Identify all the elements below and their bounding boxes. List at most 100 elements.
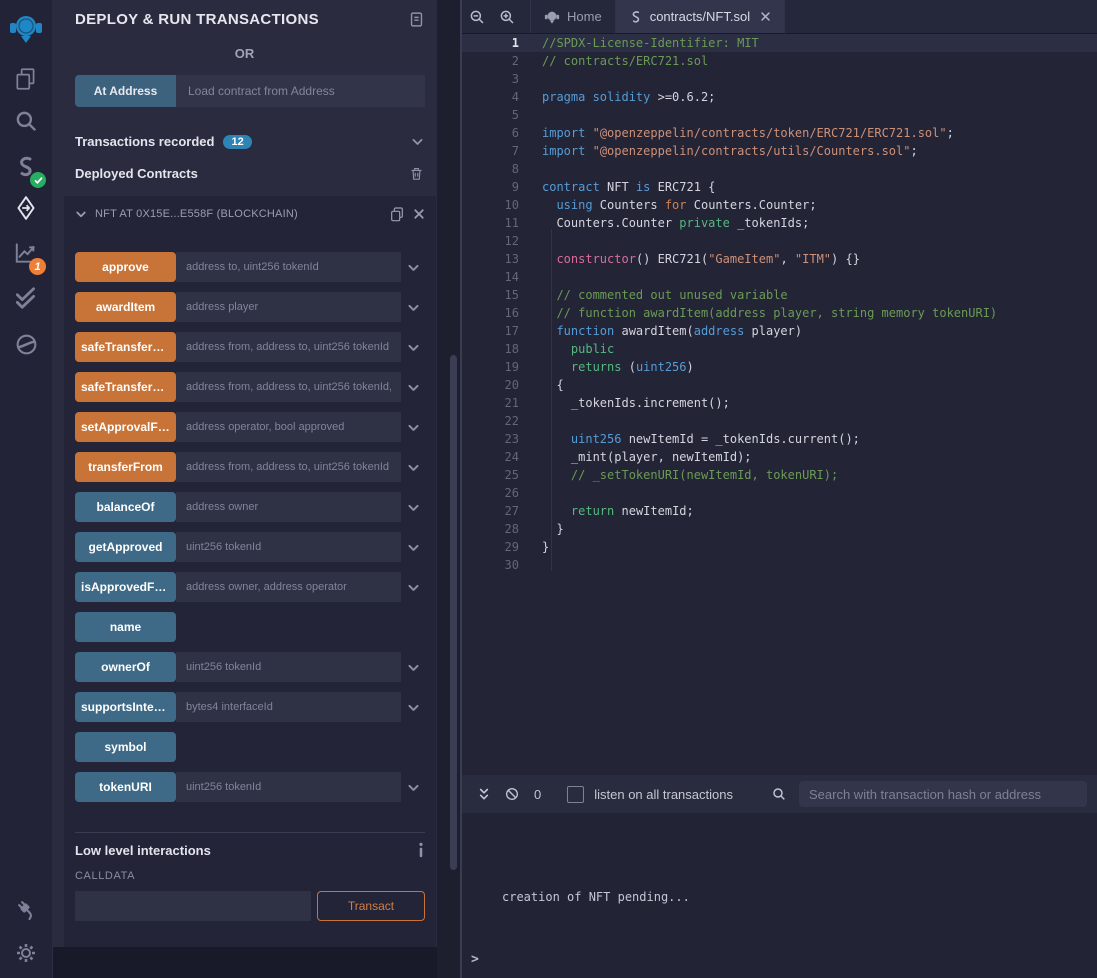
- remix-home-icon: [544, 9, 560, 25]
- search-icon[interactable]: [0, 102, 52, 140]
- close-tab-icon[interactable]: [760, 11, 771, 22]
- function-button[interactable]: ownerOf: [75, 652, 176, 682]
- function-button[interactable]: getApproved: [75, 532, 176, 562]
- function-button[interactable]: supportsInterf...: [75, 692, 176, 722]
- function-args-input[interactable]: [176, 652, 401, 682]
- code-line-20: 20 {: [462, 376, 1097, 394]
- function-args-input[interactable]: [176, 252, 401, 282]
- function-button[interactable]: tokenURI: [75, 772, 176, 802]
- analytics-badge: 1: [29, 258, 46, 275]
- file-explorer-icon[interactable]: [0, 60, 52, 98]
- function-button[interactable]: isApprovedFor...: [75, 572, 176, 602]
- chevron-down-icon[interactable]: [401, 701, 425, 714]
- line-number: 4: [462, 88, 542, 106]
- function-button[interactable]: safeTransferFr...: [75, 372, 176, 402]
- deploy-run-icon[interactable]: [0, 189, 52, 227]
- function-args-input[interactable]: [176, 772, 401, 802]
- function-args-input[interactable]: [176, 492, 401, 522]
- function-button[interactable]: transferFrom: [75, 452, 176, 482]
- terminal-output[interactable]: creation of NFT pending... >: [462, 813, 1097, 978]
- deployed-contracts-row: Deployed Contracts: [75, 166, 424, 181]
- documentation-book-icon[interactable]: [408, 11, 425, 28]
- code-editor[interactable]: 1//SPDX-License-Identifier: MIT2// contr…: [462, 34, 1097, 776]
- solidity-compiler-icon[interactable]: [0, 147, 52, 185]
- clear-console-icon[interactable]: [500, 786, 524, 802]
- tab-home-label: Home: [567, 9, 602, 24]
- code-line-22: 22: [462, 412, 1097, 430]
- function-row-safeTransferFr: safeTransferFr...: [75, 372, 425, 402]
- transact-button[interactable]: Transact: [317, 891, 425, 921]
- terminal-prompt[interactable]: >: [471, 952, 479, 967]
- close-icon[interactable]: [413, 208, 425, 220]
- unit-testing-icon[interactable]: [0, 279, 52, 317]
- trash-icon[interactable]: [409, 166, 424, 181]
- function-args-input[interactable]: [176, 292, 401, 322]
- function-row-balanceOf: balanceOf: [75, 492, 425, 522]
- terminal-search-input[interactable]: [799, 781, 1087, 807]
- line-number: 25: [462, 466, 542, 484]
- panel-resize-gutter[interactable]: [437, 0, 460, 978]
- expand-terminal-icon[interactable]: [472, 787, 496, 802]
- chevron-down-icon[interactable]: [401, 461, 425, 474]
- function-args-input[interactable]: [176, 412, 401, 442]
- function-args-input[interactable]: [176, 372, 401, 402]
- function-button[interactable]: awardItem: [75, 292, 176, 322]
- function-button[interactable]: name: [75, 612, 176, 642]
- function-args-input[interactable]: [176, 692, 401, 722]
- or-separator-label: OR: [52, 46, 437, 61]
- zoom-out-icon[interactable]: [462, 0, 492, 33]
- chevron-down-icon[interactable]: [401, 581, 425, 594]
- chevron-down-icon[interactable]: [401, 421, 425, 434]
- function-button[interactable]: setApprovalFo...: [75, 412, 176, 442]
- debugger-icon[interactable]: [0, 325, 52, 363]
- at-address-button[interactable]: At Address: [75, 75, 176, 107]
- chevron-down-icon[interactable]: [401, 501, 425, 514]
- function-args-input[interactable]: [176, 452, 401, 482]
- chevron-down-icon[interactable]: [401, 381, 425, 394]
- line-number: 8: [462, 160, 542, 178]
- code-line-2: 2// contracts/ERC721.sol: [462, 52, 1097, 70]
- tab-nft-sol[interactable]: contracts/NFT.sol: [616, 0, 785, 33]
- function-row-isApprovedFor: isApprovedFor...: [75, 572, 425, 602]
- line-number: 20: [462, 376, 542, 394]
- code-line-18: 18 public: [462, 340, 1097, 358]
- solidity-file-icon: [629, 10, 643, 24]
- listen-all-transactions-checkbox[interactable]: [567, 786, 584, 803]
- chevron-down-icon[interactable]: [401, 541, 425, 554]
- code-line-7: 7import "@openzeppelin/contracts/utils/C…: [462, 142, 1097, 160]
- remix-logo-icon: [0, 8, 52, 48]
- scrollbar-thumb[interactable]: [450, 355, 457, 870]
- zoom-in-icon[interactable]: [492, 0, 522, 33]
- at-address-input[interactable]: [176, 75, 425, 107]
- function-button[interactable]: symbol: [75, 732, 176, 762]
- compile-success-badge-icon: [30, 172, 46, 188]
- code-line-30: 30: [462, 556, 1097, 574]
- function-button[interactable]: balanceOf: [75, 492, 176, 522]
- panel-title: DEPLOY & RUN TRANSACTIONS: [75, 11, 408, 28]
- function-args-input[interactable]: [176, 532, 401, 562]
- info-icon[interactable]: [417, 842, 425, 858]
- code-line-14: 14: [462, 268, 1097, 286]
- chevron-down-icon[interactable]: [401, 301, 425, 314]
- calldata-input[interactable]: [75, 891, 311, 921]
- function-args-input[interactable]: [176, 332, 401, 362]
- chevron-down-icon[interactable]: [75, 208, 87, 220]
- tab-file-label: contracts/NFT.sol: [650, 9, 750, 24]
- plugin-manager-icon[interactable]: [0, 890, 52, 928]
- tab-home[interactable]: Home: [530, 0, 616, 33]
- settings-gear-icon[interactable]: [0, 934, 52, 972]
- contract-instance-title: NFT AT 0X15E...E558F (BLOCKCHAIN): [95, 208, 381, 220]
- function-args-input[interactable]: [176, 572, 401, 602]
- line-number: 11: [462, 214, 542, 232]
- chevron-down-icon[interactable]: [401, 261, 425, 274]
- analytics-chart-icon[interactable]: 1: [0, 234, 52, 272]
- function-button[interactable]: safeTransferFr...: [75, 332, 176, 362]
- function-button[interactable]: approve: [75, 252, 176, 282]
- chevron-down-icon[interactable]: [401, 341, 425, 354]
- chevron-down-icon[interactable]: [411, 135, 424, 148]
- chevron-down-icon[interactable]: [401, 661, 425, 674]
- code-line-25: 25 // _setTokenURI(newItemId, tokenURI);: [462, 466, 1097, 484]
- chevron-down-icon[interactable]: [401, 781, 425, 794]
- copy-address-icon[interactable]: [389, 206, 405, 222]
- pending-tx-count: 0: [534, 787, 541, 802]
